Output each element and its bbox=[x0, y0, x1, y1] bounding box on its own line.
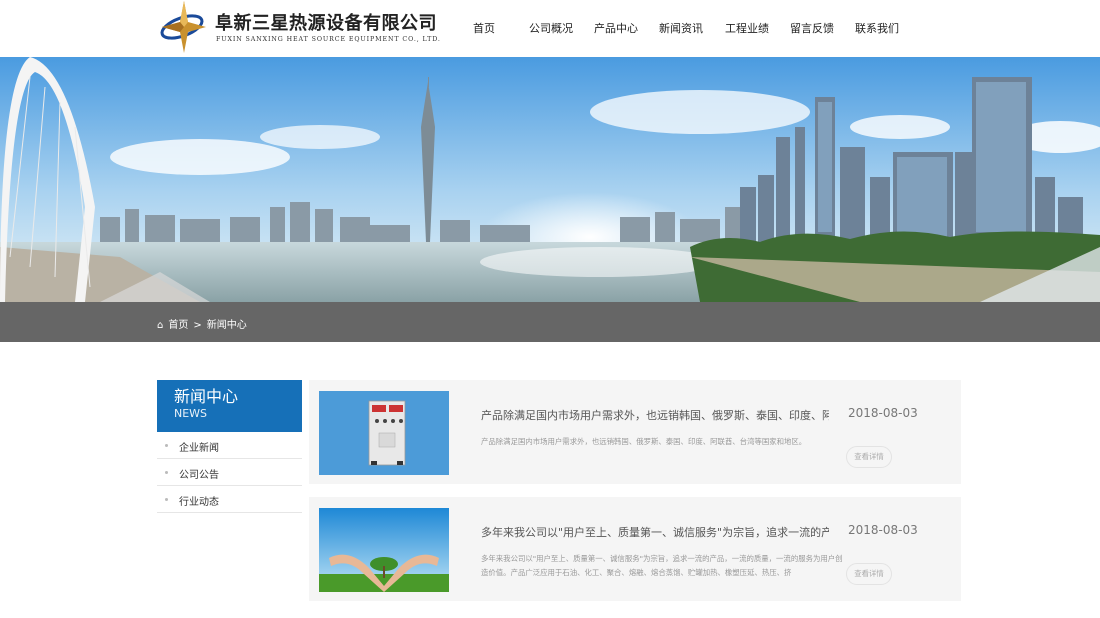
view-details-button[interactable]: 查看详情 bbox=[846, 446, 892, 468]
news-date: 2018-08-03 bbox=[848, 523, 918, 537]
news-thumbnail[interactable] bbox=[319, 391, 449, 475]
news-sidebar: 新闻中心 NEWS 企业新闻 公司公告 行业动态 bbox=[157, 380, 302, 513]
skyline-image bbox=[0, 57, 1100, 302]
bullet-icon bbox=[165, 471, 168, 474]
view-details-button[interactable]: 查看详情 bbox=[846, 563, 892, 585]
company-name-en: FUXIN SANXING HEAT SOURCE EQUIPMENT CO.,… bbox=[216, 36, 441, 43]
hands-tree-image bbox=[319, 508, 449, 592]
sidebar-item-company-news[interactable]: 企业新闻 bbox=[157, 432, 302, 459]
news-item[interactable]: 产品除满足国内市场用户需求外，也远销韩国、俄罗斯、泰国、印度、阿联 2018-0… bbox=[309, 380, 961, 484]
news-summary: 产品除满足国内市场用户需求外，也远销韩国、俄罗斯、泰国、印度、阿联酋、台湾等国家… bbox=[481, 437, 807, 446]
nav-products[interactable]: 产品中心 bbox=[594, 20, 638, 36]
company-logo[interactable]: 阜新三星热源设备有限公司 FUXIN SANXING HEAT SOURCE E… bbox=[158, 0, 440, 57]
sidebar-item-label: 企业新闻 bbox=[179, 443, 219, 454]
bullet-icon bbox=[165, 498, 168, 501]
breadcrumb-bar: ⌂ 首页 > 新闻中心 bbox=[0, 302, 1100, 342]
nav-feedback[interactable]: 留言反馈 bbox=[790, 20, 834, 36]
nav-contact[interactable]: 联系我们 bbox=[855, 20, 899, 36]
star-logo-icon bbox=[160, 1, 206, 53]
site-header: 阜新三星热源设备有限公司 FUXIN SANXING HEAT SOURCE E… bbox=[0, 0, 1100, 57]
nav-news[interactable]: 新闻资讯 bbox=[659, 20, 703, 36]
sidebar-header: 新闻中心 NEWS bbox=[157, 380, 302, 432]
nav-home[interactable]: 首页 bbox=[473, 20, 495, 36]
news-date: 2018-08-03 bbox=[848, 406, 918, 420]
city-skyline-banner bbox=[0, 57, 1100, 302]
company-name-cn: 阜新三星热源设备有限公司 bbox=[215, 13, 437, 34]
breadcrumb-current[interactable]: 新闻中心 bbox=[207, 320, 247, 331]
bullet-icon bbox=[165, 444, 168, 447]
breadcrumb: ⌂ 首页 > 新闻中心 bbox=[157, 316, 252, 331]
control-cabinet-image bbox=[319, 391, 449, 475]
sidebar-item-label: 行业动态 bbox=[179, 497, 219, 508]
breadcrumb-home[interactable]: 首页 bbox=[168, 320, 188, 331]
sidebar-item-label: 公司公告 bbox=[179, 470, 219, 481]
news-item[interactable]: 多年来我公司以"用户至上、质量第一、诚信服务"为宗旨，追求一流的产品 2018-… bbox=[309, 497, 961, 601]
news-summary: 多年来我公司以"用户至上、质量第一、诚信服务"为宗旨，追求一流的产品，一流的质量… bbox=[481, 554, 843, 577]
sidebar-item-industry[interactable]: 行业动态 bbox=[157, 486, 302, 513]
sidebar-subtitle: NEWS bbox=[174, 407, 208, 420]
sidebar-title: 新闻中心 bbox=[174, 387, 239, 406]
home-icon: ⌂ bbox=[157, 320, 164, 331]
breadcrumb-separator: > bbox=[193, 320, 202, 331]
news-thumbnail[interactable] bbox=[319, 508, 449, 592]
news-title[interactable]: 产品除满足国内市场用户需求外，也远销韩国、俄罗斯、泰国、印度、阿联 bbox=[481, 407, 829, 423]
news-title[interactable]: 多年来我公司以"用户至上、质量第一、诚信服务"为宗旨，追求一流的产品 bbox=[481, 524, 829, 540]
sidebar-item-announcements[interactable]: 公司公告 bbox=[157, 459, 302, 486]
nav-projects[interactable]: 工程业绩 bbox=[725, 20, 769, 36]
nav-about[interactable]: 公司概况 bbox=[529, 20, 573, 36]
